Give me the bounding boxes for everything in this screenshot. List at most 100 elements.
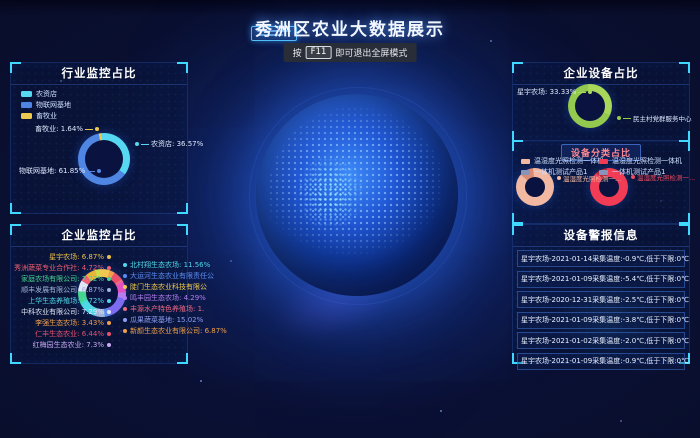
panel-title: 企业设备占比 — [513, 63, 689, 85]
callout-dot — [95, 127, 99, 131]
callout-line — [87, 171, 95, 172]
label-text: 物联网基地 — [36, 101, 71, 109]
panel-corner — [512, 213, 523, 224]
panel-device-category-ratio: 设备分类占比 温湿度光照检测一体机一体机测试产品1 温湿度光照检测一体机一体机测… — [512, 140, 690, 224]
callout-livestock: 畜牧业: 1.64% — [29, 124, 99, 134]
label-text: 温湿度光照检测一体机 — [612, 157, 682, 165]
legend-item[interactable]: 物联网基地 — [21, 101, 71, 109]
company-share-label: 李强生态农场: 3.43% — [35, 319, 111, 327]
series-color-swatch — [107, 277, 111, 281]
alarm-row: 星宇农场-2021-01-09采集温度:-0.9℃,低于下限:0℃ — [517, 353, 685, 370]
series-color-swatch — [123, 318, 127, 322]
label-text: 北村翔生态农场: 11.56% — [130, 261, 210, 269]
series-color-swatch — [123, 307, 127, 311]
header-band — [0, 0, 700, 16]
legend-item[interactable]: 农资店 — [21, 90, 71, 98]
series-color-swatch — [521, 170, 530, 175]
series-color-swatch — [123, 329, 127, 333]
label-text: 顺丰发展有限公司: 6.87% — [21, 286, 104, 294]
company-share-label: 新颜生态农业有限公司: 6.87% — [123, 327, 227, 335]
alarm-row: 星宇农场-2020-12-31采集温度:-2.5℃,低于下限:0℃ — [517, 291, 685, 308]
enterprise-labels-left: 星宇农场: 6.87%秀洲蔬菜专业合作社: 4.72%家庭农场有限公司: 7.7… — [13, 253, 111, 349]
callout-iot-base: 物联网基地: 61.85% — [19, 166, 101, 176]
callout-dot — [588, 90, 592, 94]
callout-text: 温湿度光照检测一... — [563, 173, 621, 183]
callout-right-device: 温湿度光照检测一... — [631, 172, 695, 182]
series-color-swatch — [123, 285, 127, 289]
panel-industry-monitor-ratio: 行业监控占比 农资店物联网基地畜牧业 畜牧业: 1.64% 农资店: 36.57… — [10, 62, 188, 214]
globe-visualization — [256, 94, 458, 296]
legend-item[interactable]: 温湿度光照检测一体机 — [599, 157, 682, 165]
label-text: 新颜生态农业有限公司: 6.87% — [130, 327, 227, 335]
series-color-swatch — [123, 296, 127, 300]
callout-text: 畜牧业: 1.64% — [35, 124, 83, 134]
company-share-label: 中科农业有限公司: 7.29% — [21, 308, 111, 316]
callout-left-device: 温湿度光照检测一... — [557, 173, 621, 183]
panel-title: 设备警报信息 — [513, 225, 689, 247]
callout-text: 民主村党群服务中心 — [633, 113, 692, 123]
label-text: 李强生态农场: 3.43% — [35, 319, 104, 327]
label-text: 红梅园生态农业: 7.3% — [33, 341, 104, 349]
company-share-label: 上华生态养殖场: 1.72% — [28, 297, 111, 305]
callout-dot — [631, 175, 635, 179]
series-color-swatch — [107, 299, 111, 303]
f11-key-badge: F11 — [306, 46, 332, 59]
series-color-swatch — [21, 113, 32, 119]
panel-corner — [679, 213, 690, 224]
label-text: 星宇农场-2020-12-31采集温度:-2.5℃,低于下限:0℃ — [521, 296, 689, 304]
panel-corner — [177, 203, 188, 214]
label-text: 星宇农场-2021-01-09采集温度:-3.8℃,低于下限:0℃ — [521, 316, 689, 324]
label-text: 秀洲蔬菜专业合作社: 4.72% — [14, 264, 104, 272]
alarm-row: 星宇农场-2021-01-02采集温度:-2.0℃,低于下限:0℃ — [517, 332, 685, 349]
label-text: 陡门生态农业科技有限公 — [130, 283, 207, 291]
label-text: 上华生态养殖场: 1.72% — [28, 297, 104, 305]
series-color-swatch — [521, 159, 530, 164]
series-color-swatch — [21, 91, 32, 97]
page-title: 秀洲区农业大数据展示 — [0, 15, 700, 40]
panel-title: 行业监控占比 — [11, 63, 187, 85]
company-share-label: 秀洲蔬菜专业合作社: 4.72% — [14, 264, 111, 272]
callout-dot — [135, 142, 139, 146]
label-text: 星宇农场: 6.87% — [49, 253, 104, 261]
tooltip-prefix: 按 — [293, 46, 302, 59]
panel-enterprise-monitor-ratio: 企业监控占比 星宇农场: 6.87%秀洲蔬菜专业合作社: 4.72%家庭农场有限… — [10, 224, 188, 364]
label-text: 瓜果蔬菜基地: 15.02% — [130, 316, 203, 324]
company-share-label: 红梅园生态农业: 7.3% — [33, 341, 111, 349]
company-share-label: 鸣丰园生态农场: 4.29% — [123, 294, 227, 302]
company-share-label: 大运河生态农业有限责任公 — [123, 272, 227, 280]
alarm-list: 星宇农场-2021-01-14采集温度:-0.9℃,低于下限:0℃ 星宇农场-20… — [517, 250, 685, 373]
series-color-swatch — [107, 332, 111, 336]
series-color-swatch — [107, 266, 111, 270]
label-text: 畜牧业 — [36, 112, 57, 120]
series-color-swatch — [107, 288, 111, 292]
label-text: 温湿度光照检测一体机 — [534, 157, 604, 165]
series-color-swatch — [123, 263, 127, 267]
label-text: 农资店 — [36, 90, 57, 98]
series-color-swatch — [107, 255, 111, 259]
alarm-row: 星宇农场-2021-01-14采集温度:-0.9℃,低于下限:0℃ — [517, 250, 685, 267]
panel-corner — [679, 140, 690, 151]
fullscreen-exit-tooltip: 按 F11 即可退出全屏模式 — [284, 43, 417, 62]
panel-corner — [177, 353, 188, 364]
panel-title: 企业监控占比 — [11, 225, 187, 247]
company-share-label: 顺丰发展有限公司: 6.87% — [21, 286, 111, 294]
company-share-label: 北村翔生态农场: 11.56% — [123, 261, 227, 269]
callout-line — [141, 144, 149, 145]
callout-service-center: 民主村党群服务中心 — [617, 113, 692, 123]
label-text: 星宇农场-2021-01-14采集温度:-0.9℃,低于下限:0℃ — [521, 255, 689, 263]
alarm-row: 星宇农场-2021-01-09采集温度:-5.4℃,低于下限:0℃ — [517, 271, 685, 288]
industry-donut-chart[interactable] — [78, 133, 130, 185]
series-color-swatch — [599, 159, 608, 164]
callout-dot — [97, 169, 101, 173]
label-text: 仁丰生态农业: 6.44% — [35, 330, 104, 338]
legend-item[interactable]: 温湿度光照检测一体机 — [521, 157, 604, 165]
legend-item[interactable]: 畜牧业 — [21, 112, 71, 120]
label-text: 星宇农场-2021-01-09采集温度:-5.4℃,低于下限:0℃ — [521, 275, 689, 283]
company-share-label: 仁丰生态农业: 6.44% — [35, 330, 111, 338]
label-text: 星宇农场-2021-01-09采集温度:-0.9℃,低于下限:0℃ — [521, 357, 689, 365]
callout-farm-store: 农资店: 36.57% — [135, 139, 203, 149]
tooltip-suffix: 即可退出全屏模式 — [335, 46, 407, 59]
company-share-label: 瓜果蔬菜基地: 15.02% — [123, 316, 227, 324]
globe-highlight-cluster — [288, 147, 372, 239]
panel-enterprise-device-ratio: 企业设备占比 星宇农场: 33.33% 民主村党群服务中心 — [512, 62, 690, 142]
